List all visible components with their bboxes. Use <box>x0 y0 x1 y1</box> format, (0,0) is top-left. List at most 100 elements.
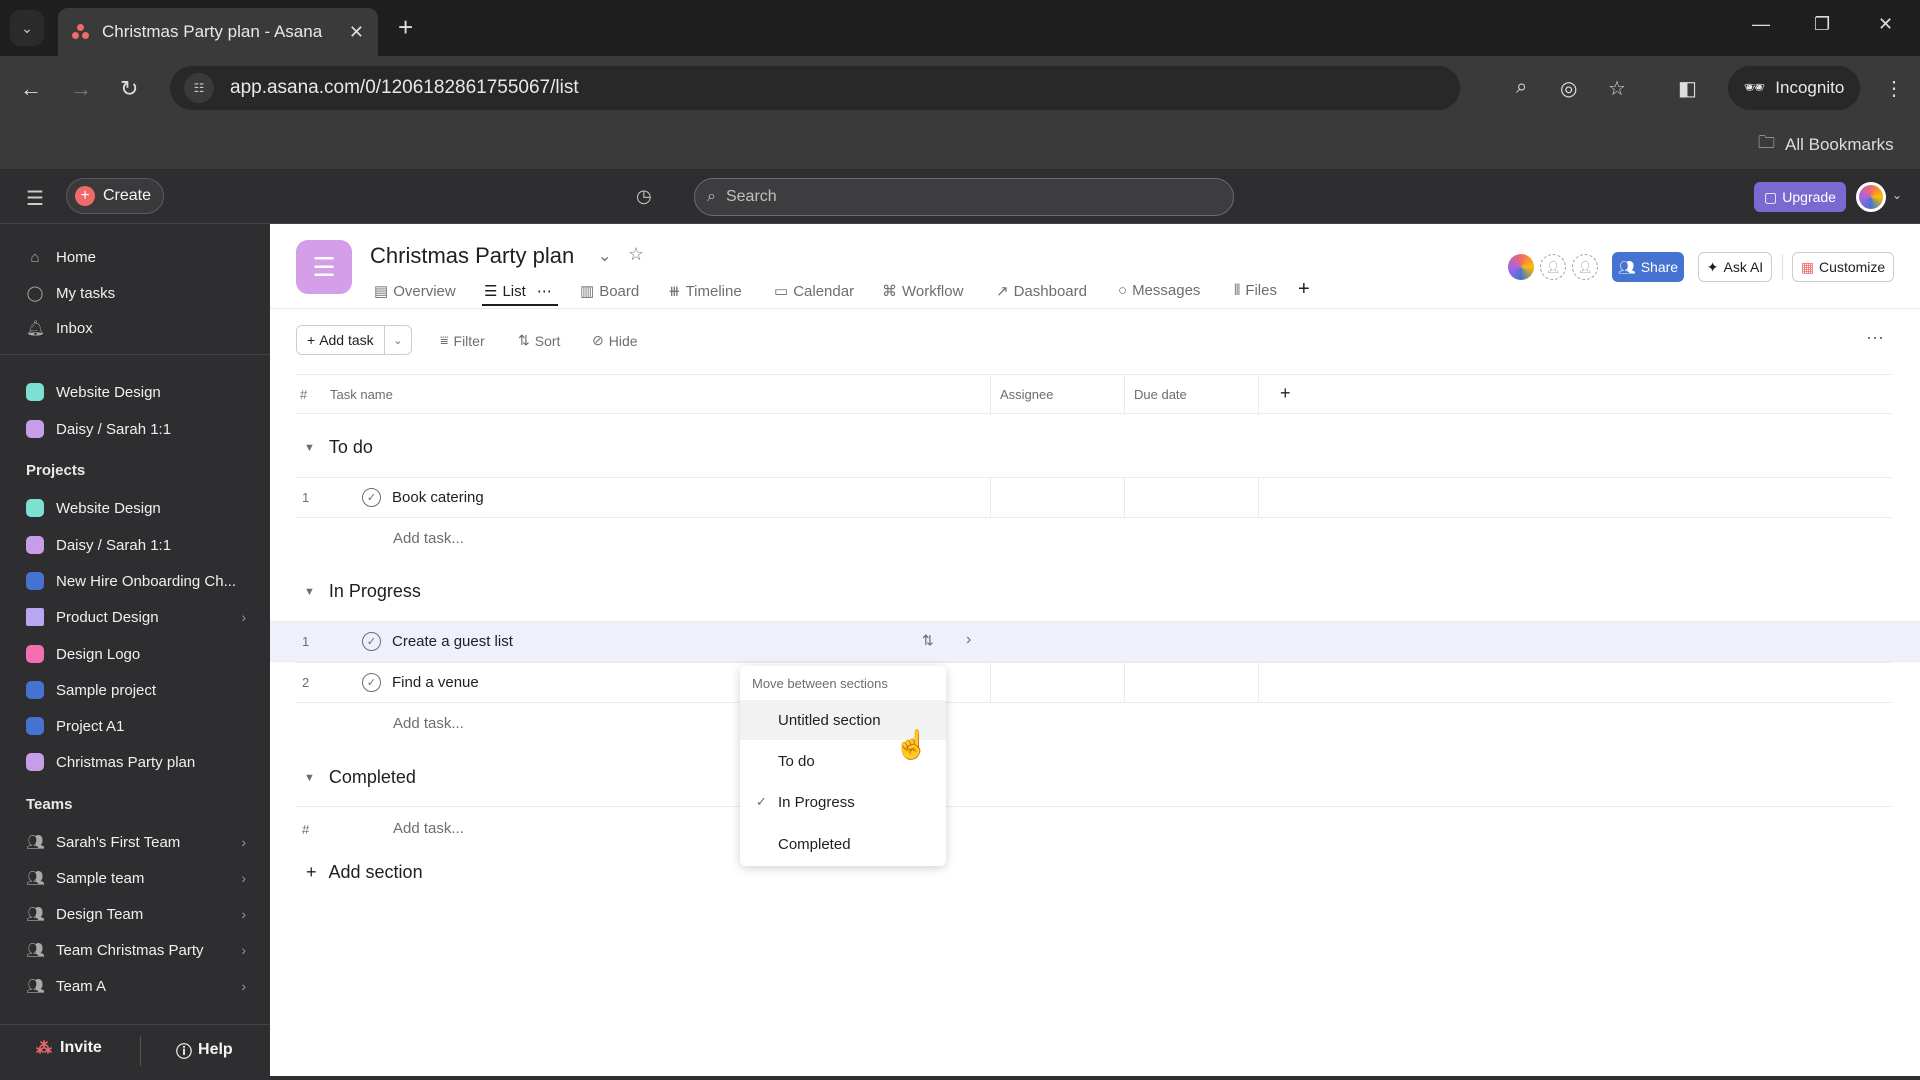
chevron-right-icon[interactable]: › <box>241 942 246 958</box>
side-panel-icon[interactable]: ◧ <box>1678 76 1697 101</box>
chevron-right-icon[interactable]: › <box>241 834 246 850</box>
zoom-icon[interactable]: ⌕ <box>1516 76 1527 99</box>
url-bar[interactable]: ☷ app.asana.com/0/1206182861755067/list <box>170 66 1460 110</box>
ask-ai-button[interactable]: ✦ Ask AI <box>1698 252 1772 282</box>
restore-icon[interactable]: ❐ <box>1814 14 1830 35</box>
sort-button[interactable]: ⇅ Sort <box>518 332 560 349</box>
close-window-icon[interactable]: ✕ <box>1878 14 1893 35</box>
close-tab-icon[interactable]: ✕ <box>349 22 364 43</box>
project-item[interactable]: Daisy / Sarah 1:1 <box>26 530 246 560</box>
search-input[interactable]: ⌕ Search <box>694 178 1234 216</box>
history-icon[interactable]: ◷ <box>636 186 652 207</box>
project-item[interactable]: Website Design <box>26 493 246 523</box>
tab-workflow[interactable]: ⌘ Workflow <box>882 282 963 301</box>
minimize-icon[interactable]: — <box>1752 14 1770 35</box>
reload-icon[interactable]: ↻ <box>120 76 138 102</box>
hide-button[interactable]: ⊘ Hide <box>592 332 638 349</box>
projects-header[interactable]: Projects <box>26 462 85 479</box>
team-item[interactable]: 👥︎ Team A › <box>26 971 246 1001</box>
sidebar-item-home[interactable]: ⌂ Home <box>26 242 246 272</box>
chevron-down-icon[interactable]: ⌄ <box>385 334 411 347</box>
section-header[interactable]: ▼ Completed <box>304 767 416 788</box>
tab-messages[interactable]: ○ Messages <box>1118 282 1200 299</box>
caret-down-icon[interactable]: ▼ <box>304 442 315 454</box>
tab-search-button[interactable]: ⌄ <box>10 10 44 46</box>
sidebar-item-inbox[interactable]: 🔔︎ Inbox <box>26 313 246 343</box>
chevron-down-icon[interactable]: ⌄ <box>598 246 611 266</box>
task-row[interactable]: 1 ✓ Book catering <box>296 477 1892 518</box>
add-column-icon[interactable]: + <box>1280 383 1291 404</box>
project-icon[interactable]: ☰ <box>296 240 352 294</box>
project-item[interactable]: Sample project <box>26 675 246 705</box>
project-item[interactable]: Project A1 <box>26 711 246 741</box>
column-assignee[interactable]: Assignee <box>1000 387 1053 402</box>
menu-item-in-progress[interactable]: ✓ In Progress <box>740 782 946 822</box>
help-button[interactable]: ⓘ Help <box>176 1038 233 1062</box>
invite-button[interactable]: ⁂ Invite <box>36 1038 102 1058</box>
move-section-icon[interactable]: ⇅ <box>922 632 934 649</box>
tab-list[interactable]: ☰ List ⋯ <box>484 282 552 301</box>
column-task-name[interactable]: Task name <box>330 387 393 402</box>
all-bookmarks-button[interactable]: 🗀 All Bookmarks <box>1758 130 1894 159</box>
team-item[interactable]: 👥︎ Sarah's First Team › <box>26 827 246 857</box>
add-task-inline[interactable]: Add task... <box>393 820 464 837</box>
chevron-right-icon[interactable]: › <box>241 609 246 625</box>
filter-button[interactable]: ⩸ Filter <box>440 332 485 349</box>
eye-off-icon[interactable]: ◎ <box>1560 76 1577 101</box>
tab-dashboard[interactable]: ↗ Dashboard <box>996 282 1087 301</box>
sidebar-item-my-tasks[interactable]: ◯ My tasks <box>26 278 246 308</box>
project-item[interactable]: Christmas Party plan <box>26 747 246 777</box>
more-options-icon[interactable]: ⋯ <box>1866 328 1885 349</box>
team-item[interactable]: 👥︎ Design Team › <box>26 899 246 929</box>
forward-icon[interactable]: → <box>70 76 92 102</box>
column-due-date[interactable]: Due date <box>1134 387 1187 402</box>
star-icon[interactable]: ☆ <box>628 244 644 265</box>
incognito-badge[interactable]: 🕶 Incognito <box>1728 66 1860 110</box>
project-item[interactable]: Design Logo <box>26 639 246 669</box>
project-item[interactable]: New Hire Onboarding Ch... <box>26 566 246 596</box>
add-tab-icon[interactable]: + <box>1298 278 1310 301</box>
favorite-item[interactable]: Website Design <box>26 377 246 407</box>
new-tab-icon[interactable]: + <box>398 12 413 43</box>
section-header[interactable]: ▼ In Progress <box>304 581 421 602</box>
project-title[interactable]: Christmas Party plan <box>370 243 574 269</box>
task-row[interactable]: 2 ✓ Find a venue <box>296 662 1892 703</box>
create-button[interactable]: + Create <box>66 178 164 214</box>
complete-checkbox-icon[interactable]: ✓ <box>362 632 381 651</box>
teams-header[interactable]: Teams <box>26 796 72 813</box>
back-icon[interactable]: ← <box>20 76 42 102</box>
complete-checkbox-icon[interactable]: ✓ <box>362 488 381 507</box>
site-settings-icon[interactable]: ☷ <box>184 73 214 103</box>
tab-timeline[interactable]: ⧻ Timeline <box>668 282 742 301</box>
add-section-button[interactable]: + Add section <box>306 862 423 883</box>
chevron-down-icon[interactable]: ⌄ <box>1892 188 1902 202</box>
user-avatar[interactable] <box>1856 182 1886 212</box>
tab-overview[interactable]: ▤ Overview <box>374 282 456 301</box>
team-item[interactable]: 👥︎ Team Christmas Party › <box>26 935 246 965</box>
browser-menu-icon[interactable]: ⋮ <box>1884 76 1904 101</box>
browser-tab[interactable]: Christmas Party plan - Asana ✕ <box>58 8 378 56</box>
task-row[interactable]: 1 ✓ Create a guest list ⇅ › <box>270 621 1920 662</box>
more-icon[interactable]: ⋯ <box>537 282 552 300</box>
sidebar-toggle-icon[interactable]: ☰ <box>26 186 44 211</box>
add-task-inline[interactable]: Add task... <box>393 530 464 547</box>
caret-down-icon[interactable]: ▼ <box>304 772 315 784</box>
add-task-inline[interactable]: Add task... <box>393 715 464 732</box>
chevron-right-icon[interactable]: › <box>241 906 246 922</box>
tab-board[interactable]: ▥ Board <box>580 282 639 301</box>
member-avatar[interactable] <box>1508 254 1534 280</box>
upgrade-button[interactable]: ▢ Upgrade <box>1754 182 1846 212</box>
chevron-right-icon[interactable]: › <box>241 870 246 886</box>
menu-item-completed[interactable]: Completed <box>740 824 946 864</box>
tab-calendar[interactable]: ▭ Calendar <box>774 282 854 301</box>
bookmark-star-icon[interactable]: ☆ <box>1608 76 1626 101</box>
add-member-icon[interactable]: 👤︎ <box>1540 254 1566 280</box>
tab-files[interactable]: ⫴ Files <box>1234 282 1277 299</box>
add-task-button[interactable]: + Add task ⌄ <box>296 325 412 355</box>
team-item[interactable]: 👥︎ Sample team › <box>26 863 246 893</box>
project-item[interactable]: Product Design › <box>26 602 246 632</box>
chevron-right-icon[interactable]: › <box>241 978 246 994</box>
section-header[interactable]: ▼ To do <box>304 437 373 458</box>
complete-checkbox-icon[interactable]: ✓ <box>362 673 381 692</box>
caret-down-icon[interactable]: ▼ <box>304 586 315 598</box>
